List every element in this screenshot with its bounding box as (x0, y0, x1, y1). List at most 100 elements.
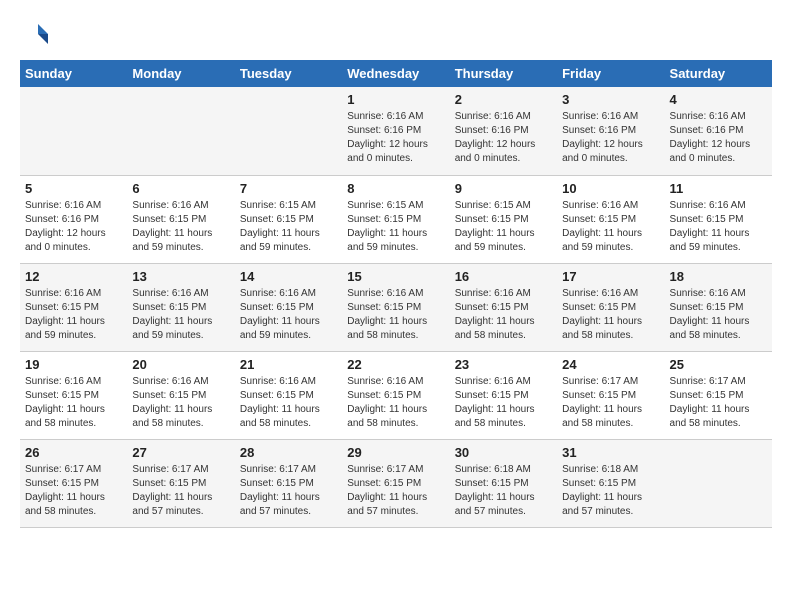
cell-info: Sunrise: 6:18 AM Sunset: 6:15 PM Dayligh… (562, 463, 659, 519)
calendar-cell: 12 Sunrise: 6:16 AM Sunset: 6:15 PM Dayli… (20, 263, 127, 351)
cell-info: Sunrise: 6:15 AM Sunset: 6:15 PM Dayligh… (240, 199, 337, 255)
col-header-thursday: Thursday (450, 60, 557, 87)
calendar-cell (665, 439, 772, 527)
day-number: 27 (132, 445, 229, 460)
day-number: 23 (455, 357, 552, 372)
cell-info: Sunrise: 6:16 AM Sunset: 6:15 PM Dayligh… (240, 375, 337, 431)
week-row-1: 5 Sunrise: 6:16 AM Sunset: 6:16 PM Daylig… (20, 175, 772, 263)
day-number: 15 (347, 269, 444, 284)
col-header-tuesday: Tuesday (235, 60, 342, 87)
calendar-cell: 6 Sunrise: 6:16 AM Sunset: 6:15 PM Daylig… (127, 175, 234, 263)
calendar-cell (235, 87, 342, 175)
calendar-cell: 17 Sunrise: 6:16 AM Sunset: 6:15 PM Dayli… (557, 263, 664, 351)
day-number: 7 (240, 181, 337, 196)
calendar-cell: 22 Sunrise: 6:16 AM Sunset: 6:15 PM Dayli… (342, 351, 449, 439)
day-number: 2 (455, 92, 552, 107)
day-number: 9 (455, 181, 552, 196)
calendar-cell: 20 Sunrise: 6:16 AM Sunset: 6:15 PM Dayli… (127, 351, 234, 439)
cell-info: Sunrise: 6:16 AM Sunset: 6:16 PM Dayligh… (25, 199, 122, 255)
week-row-0: 1Sunrise: 6:16 AM Sunset: 6:16 PM Daylig… (20, 87, 772, 175)
logo (20, 20, 54, 50)
day-number: 25 (670, 357, 767, 372)
cell-info: Sunrise: 6:15 AM Sunset: 6:15 PM Dayligh… (455, 199, 552, 255)
week-row-4: 26 Sunrise: 6:17 AM Sunset: 6:15 PM Dayli… (20, 439, 772, 527)
calendar-cell: 19 Sunrise: 6:16 AM Sunset: 6:15 PM Dayli… (20, 351, 127, 439)
calendar-cell (20, 87, 127, 175)
cell-info: Sunrise: 6:16 AM Sunset: 6:16 PM Dayligh… (455, 110, 552, 166)
cell-info: Sunrise: 6:16 AM Sunset: 6:15 PM Dayligh… (670, 199, 767, 255)
cell-info: Sunrise: 6:16 AM Sunset: 6:16 PM Dayligh… (670, 110, 767, 166)
calendar-cell: 9 Sunrise: 6:15 AM Sunset: 6:15 PM Daylig… (450, 175, 557, 263)
cell-info: Sunrise: 6:16 AM Sunset: 6:15 PM Dayligh… (562, 287, 659, 343)
day-number: 21 (240, 357, 337, 372)
cell-info: Sunrise: 6:17 AM Sunset: 6:15 PM Dayligh… (562, 375, 659, 431)
cell-info: Sunrise: 6:16 AM Sunset: 6:15 PM Dayligh… (562, 199, 659, 255)
day-number: 31 (562, 445, 659, 460)
calendar-cell: 27 Sunrise: 6:17 AM Sunset: 6:15 PM Dayli… (127, 439, 234, 527)
cell-info: Sunrise: 6:16 AM Sunset: 6:16 PM Dayligh… (347, 110, 444, 166)
calendar-cell: 5 Sunrise: 6:16 AM Sunset: 6:16 PM Daylig… (20, 175, 127, 263)
day-number: 4 (670, 92, 767, 107)
col-header-wednesday: Wednesday (342, 60, 449, 87)
calendar-cell: 13 Sunrise: 6:16 AM Sunset: 6:15 PM Dayli… (127, 263, 234, 351)
cell-info: Sunrise: 6:17 AM Sunset: 6:15 PM Dayligh… (670, 375, 767, 431)
cell-info: Sunrise: 6:16 AM Sunset: 6:15 PM Dayligh… (132, 287, 229, 343)
col-header-monday: Monday (127, 60, 234, 87)
day-number: 12 (25, 269, 122, 284)
calendar-cell: 11 Sunrise: 6:16 AM Sunset: 6:15 PM Dayli… (665, 175, 772, 263)
calendar-cell: 31 Sunrise: 6:18 AM Sunset: 6:15 PM Dayli… (557, 439, 664, 527)
cell-info: Sunrise: 6:16 AM Sunset: 6:15 PM Dayligh… (240, 287, 337, 343)
cell-info: Sunrise: 6:17 AM Sunset: 6:15 PM Dayligh… (25, 463, 122, 519)
calendar-cell: 26 Sunrise: 6:17 AM Sunset: 6:15 PM Dayli… (20, 439, 127, 527)
cell-info: Sunrise: 6:16 AM Sunset: 6:15 PM Dayligh… (455, 375, 552, 431)
day-number: 22 (347, 357, 444, 372)
day-number: 19 (25, 357, 122, 372)
day-number: 28 (240, 445, 337, 460)
col-header-sunday: Sunday (20, 60, 127, 87)
day-number: 26 (25, 445, 122, 460)
day-number: 13 (132, 269, 229, 284)
cell-info: Sunrise: 6:16 AM Sunset: 6:15 PM Dayligh… (25, 375, 122, 431)
day-number: 16 (455, 269, 552, 284)
day-number: 30 (455, 445, 552, 460)
cell-info: Sunrise: 6:16 AM Sunset: 6:15 PM Dayligh… (670, 287, 767, 343)
calendar-cell: 3 Sunrise: 6:16 AM Sunset: 6:16 PM Daylig… (557, 87, 664, 175)
day-number: 20 (132, 357, 229, 372)
calendar-cell: 10 Sunrise: 6:16 AM Sunset: 6:15 PM Dayli… (557, 175, 664, 263)
page-header (20, 20, 772, 50)
week-row-2: 12 Sunrise: 6:16 AM Sunset: 6:15 PM Dayli… (20, 263, 772, 351)
calendar-cell: 14 Sunrise: 6:16 AM Sunset: 6:15 PM Dayli… (235, 263, 342, 351)
calendar-cell: 1Sunrise: 6:16 AM Sunset: 6:16 PM Daylig… (342, 87, 449, 175)
calendar-cell: 25 Sunrise: 6:17 AM Sunset: 6:15 PM Dayli… (665, 351, 772, 439)
calendar-cell: 4 Sunrise: 6:16 AM Sunset: 6:16 PM Daylig… (665, 87, 772, 175)
calendar-cell: 15Sunrise: 6:16 AM Sunset: 6:15 PM Dayli… (342, 263, 449, 351)
cell-info: Sunrise: 6:16 AM Sunset: 6:15 PM Dayligh… (347, 375, 444, 431)
calendar-cell: 24 Sunrise: 6:17 AM Sunset: 6:15 PM Dayli… (557, 351, 664, 439)
calendar-cell: 8 Sunrise: 6:15 AM Sunset: 6:15 PM Daylig… (342, 175, 449, 263)
cell-info: Sunrise: 6:15 AM Sunset: 6:15 PM Dayligh… (347, 199, 444, 255)
cell-info: Sunrise: 6:16 AM Sunset: 6:15 PM Dayligh… (455, 287, 552, 343)
calendar-table: SundayMondayTuesdayWednesdayThursdayFrid… (20, 60, 772, 528)
calendar-cell (127, 87, 234, 175)
day-number: 3 (562, 92, 659, 107)
day-number: 8 (347, 181, 444, 196)
week-row-3: 19 Sunrise: 6:16 AM Sunset: 6:15 PM Dayli… (20, 351, 772, 439)
cell-info: Sunrise: 6:16 AM Sunset: 6:15 PM Dayligh… (25, 287, 122, 343)
cell-info: Sunrise: 6:16 AM Sunset: 6:16 PM Dayligh… (562, 110, 659, 166)
day-number: 14 (240, 269, 337, 284)
day-number: 6 (132, 181, 229, 196)
calendar-cell: 29Sunrise: 6:17 AM Sunset: 6:15 PM Dayli… (342, 439, 449, 527)
cell-info: Sunrise: 6:16 AM Sunset: 6:15 PM Dayligh… (132, 375, 229, 431)
cell-info: Sunrise: 6:18 AM Sunset: 6:15 PM Dayligh… (455, 463, 552, 519)
day-number: 24 (562, 357, 659, 372)
cell-info: Sunrise: 6:17 AM Sunset: 6:15 PM Dayligh… (132, 463, 229, 519)
calendar-cell: 7 Sunrise: 6:15 AM Sunset: 6:15 PM Daylig… (235, 175, 342, 263)
calendar-cell: 2 Sunrise: 6:16 AM Sunset: 6:16 PM Daylig… (450, 87, 557, 175)
col-header-saturday: Saturday (665, 60, 772, 87)
calendar-header-row: SundayMondayTuesdayWednesdayThursdayFrid… (20, 60, 772, 87)
day-number: 10 (562, 181, 659, 196)
day-number: 11 (670, 181, 767, 196)
day-number: 5 (25, 181, 122, 196)
day-number: 17 (562, 269, 659, 284)
cell-info: Sunrise: 6:16 AM Sunset: 6:15 PM Dayligh… (132, 199, 229, 255)
